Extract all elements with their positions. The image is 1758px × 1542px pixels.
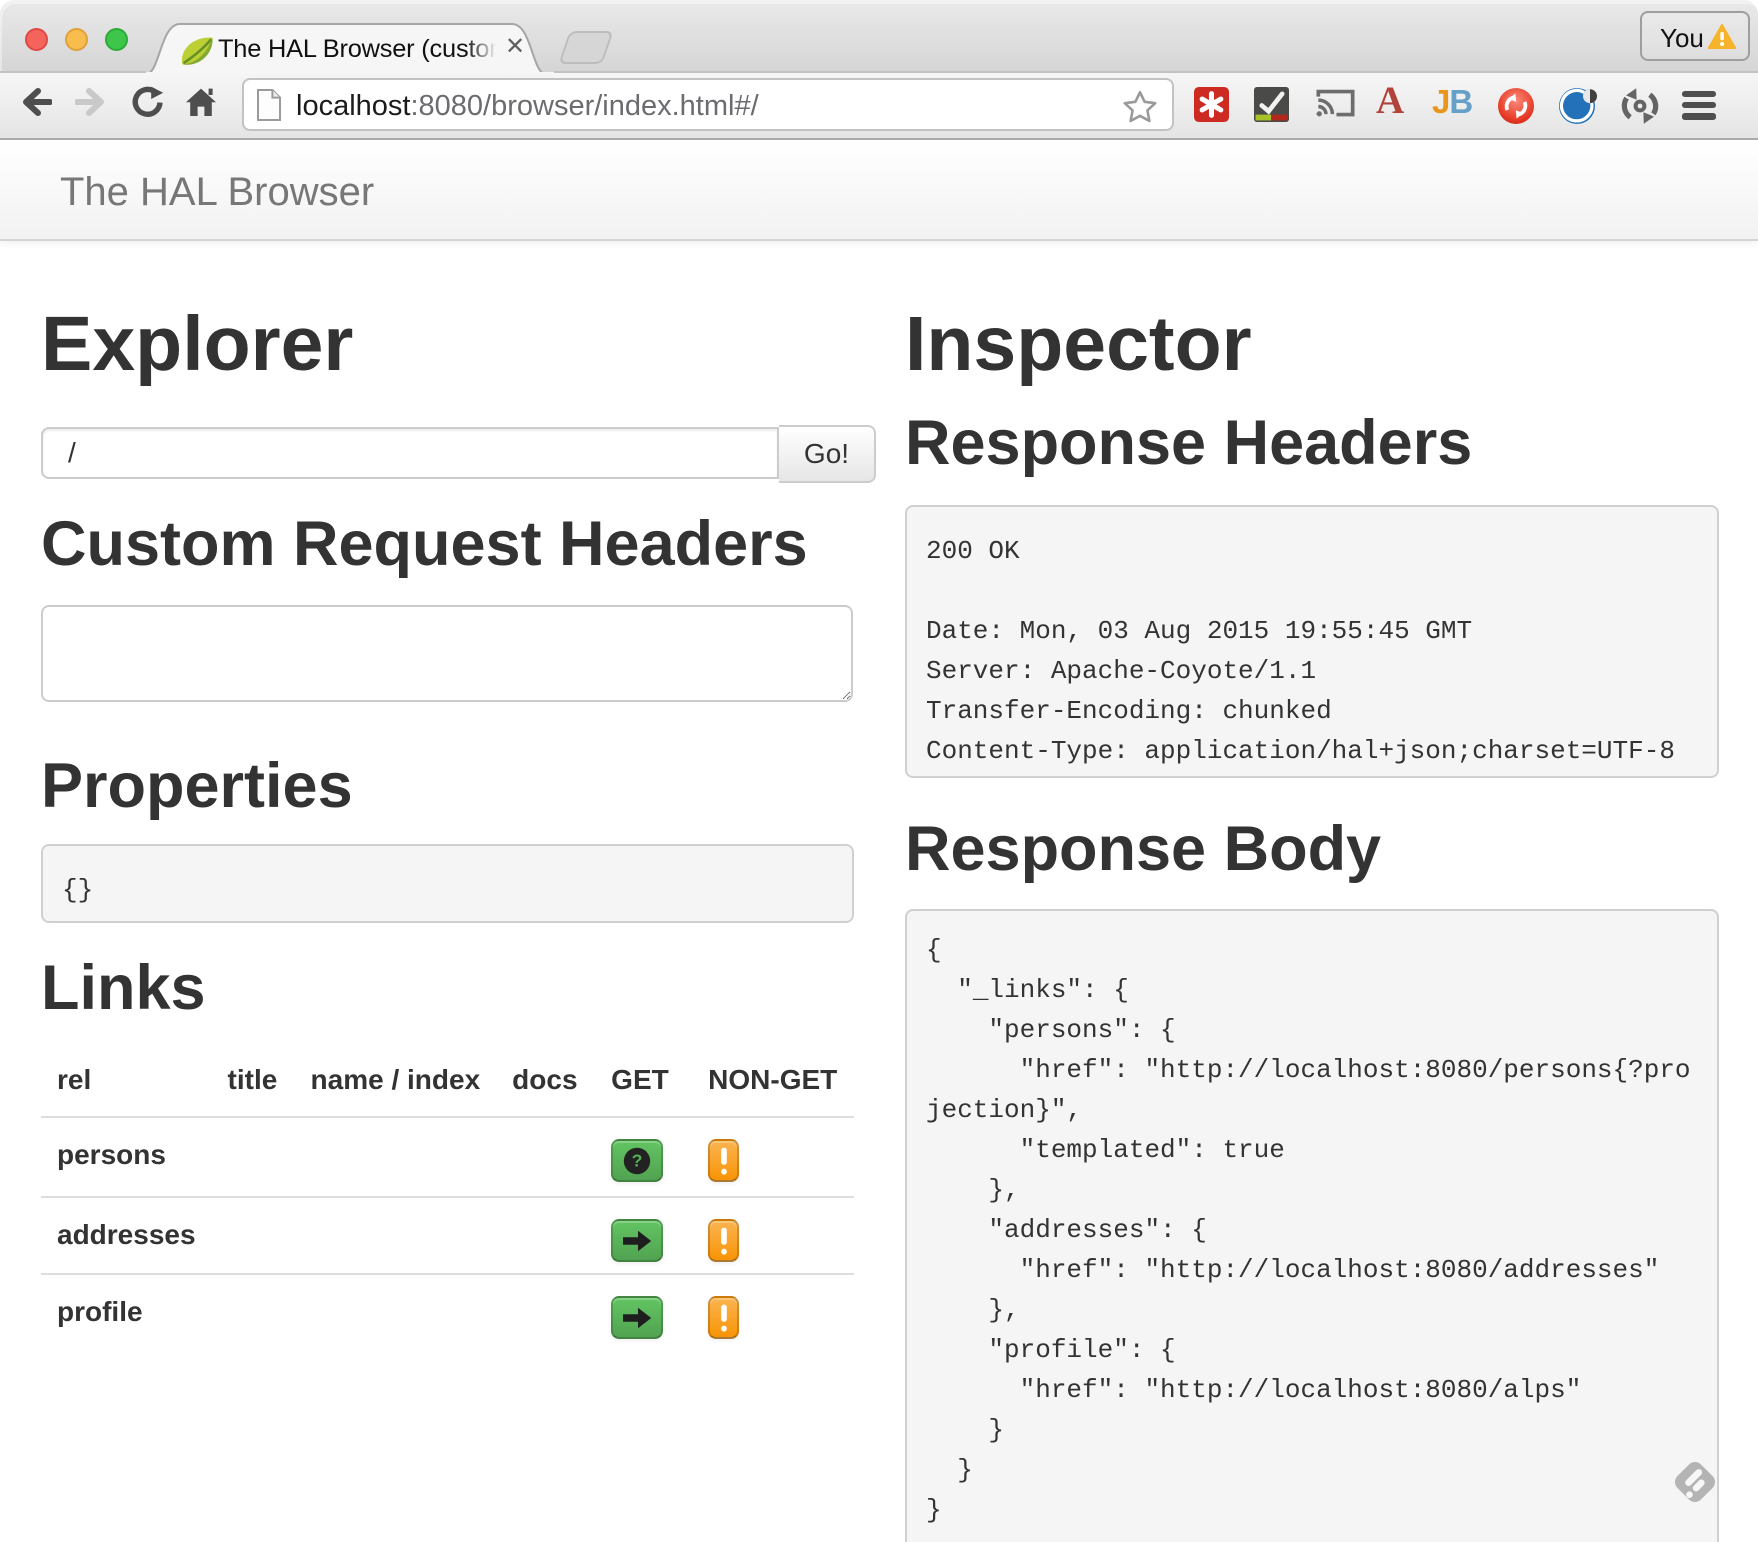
svg-text:?: ? <box>632 1150 643 1170</box>
